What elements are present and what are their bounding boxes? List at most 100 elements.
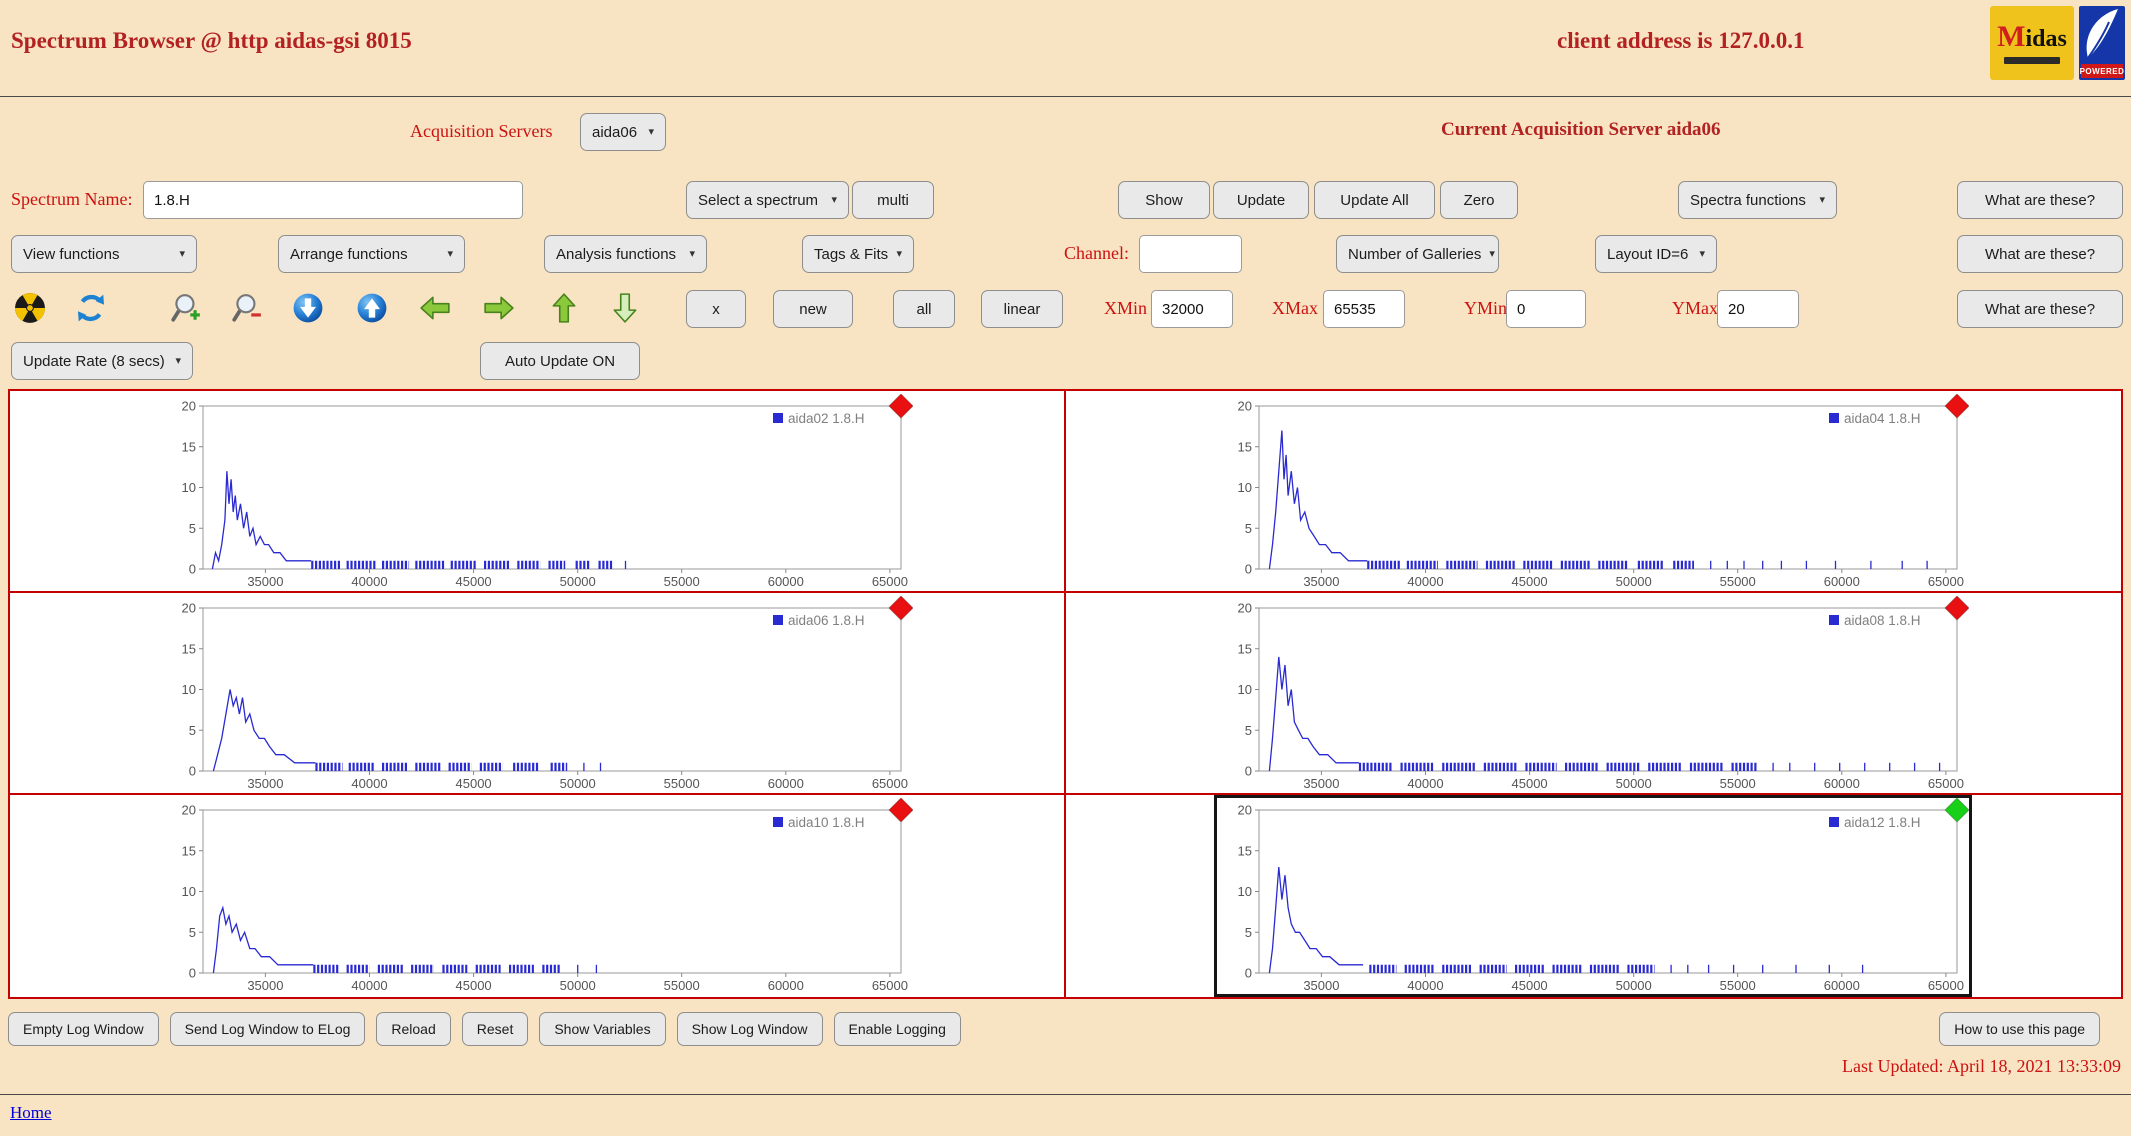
svg-text:65000: 65000 — [1928, 776, 1964, 791]
legend-swatch — [773, 413, 783, 423]
chevron-down-icon: ▾ — [648, 127, 654, 138]
svg-text:aida12 1.8.H: aida12 1.8.H — [1844, 815, 1921, 830]
svg-text:40000: 40000 — [351, 776, 387, 791]
spectrum-chart-aida06[interactable]: 0510152035000400004500050000550006000065… — [161, 596, 913, 792]
chevron-down-icon: ▾ — [1489, 249, 1495, 260]
footer-toolbar: Empty Log Window Send Log Window to ELog… — [8, 1012, 2122, 1046]
svg-text:40000: 40000 — [1408, 978, 1444, 993]
x-button[interactable]: x — [686, 290, 746, 328]
spectrum-chart-aida02[interactable]: 0510152035000400004500050000550006000065… — [161, 394, 913, 590]
svg-text:5: 5 — [189, 925, 196, 940]
spectrum-chart-aida08[interactable]: 0510152035000400004500050000550006000065… — [1217, 596, 1969, 792]
svg-text:45000: 45000 — [1512, 776, 1548, 791]
svg-text:55000: 55000 — [663, 776, 699, 791]
svg-text:10: 10 — [181, 682, 195, 697]
acquisition-server-value: aida06 — [592, 124, 637, 141]
send-log-to-elog-button[interactable]: Send Log Window to ELog — [170, 1012, 366, 1046]
svg-text:50000: 50000 — [559, 978, 595, 993]
tags-fits-dropdown[interactable]: Tags & Fits ▾ — [802, 235, 914, 273]
update-button[interactable]: Update — [1213, 181, 1309, 219]
svg-text:40000: 40000 — [351, 574, 387, 589]
arrow-left-icon[interactable] — [419, 292, 451, 324]
refresh-icon[interactable] — [75, 292, 107, 324]
gallery-cell: 0510152035000400004500050000550006000065… — [1066, 391, 2122, 593]
chevron-down-icon: ▾ — [179, 249, 185, 260]
new-button[interactable]: new — [773, 290, 853, 328]
svg-text:35000: 35000 — [1304, 776, 1340, 791]
home-link[interactable]: Home — [10, 1103, 52, 1123]
ymin-input[interactable] — [1506, 290, 1586, 328]
spectrum-chart-aida04[interactable]: 0510152035000400004500050000550006000065… — [1217, 394, 1969, 590]
zoom-out-icon[interactable] — [231, 292, 263, 324]
what-are-these-button-3[interactable]: What are these? — [1957, 290, 2123, 328]
zoom-in-icon[interactable] — [170, 292, 202, 324]
analysis-functions-dropdown[interactable]: Analysis functions ▾ — [544, 235, 707, 273]
linear-button[interactable]: linear — [981, 290, 1063, 328]
arrange-functions-dropdown[interactable]: Arrange functions ▾ — [278, 235, 465, 273]
all-button[interactable]: all — [893, 290, 955, 328]
svg-text:aida06 1.8.H: aida06 1.8.H — [788, 613, 865, 628]
svg-text:0: 0 — [189, 966, 196, 981]
arrow-right-icon[interactable] — [483, 292, 515, 324]
multi-button[interactable]: multi — [852, 181, 934, 219]
svg-text:60000: 60000 — [1824, 978, 1860, 993]
svg-text:aida10 1.8.H: aida10 1.8.H — [788, 815, 865, 830]
scale-up-icon[interactable] — [356, 292, 388, 324]
select-spectrum-dropdown[interactable]: Select a spectrum ▾ — [686, 181, 849, 219]
auto-update-button[interactable]: Auto Update ON — [480, 342, 640, 380]
logos: Midas POWERED — [1990, 6, 2125, 80]
spectrum-name-input[interactable] — [143, 181, 523, 219]
bottom-divider — [0, 1094, 2131, 1095]
svg-text:35000: 35000 — [247, 574, 283, 589]
enable-logging-button[interactable]: Enable Logging — [834, 1012, 961, 1046]
svg-text:20: 20 — [181, 803, 195, 818]
zero-button[interactable]: Zero — [1440, 181, 1518, 219]
channel-input[interactable] — [1139, 235, 1242, 273]
svg-text:65000: 65000 — [872, 574, 908, 589]
arrow-up-icon[interactable] — [548, 292, 580, 324]
chevron-down-icon: ▾ — [175, 356, 181, 367]
legend-swatch — [1829, 615, 1839, 625]
spectrum-chart-aida10[interactable]: 0510152035000400004500050000550006000065… — [161, 798, 913, 994]
spectrum-name-label: Spectrum Name: — [11, 189, 132, 210]
empty-log-window-button[interactable]: Empty Log Window — [8, 1012, 159, 1046]
svg-text:20: 20 — [181, 399, 195, 414]
svg-text:50000: 50000 — [559, 776, 595, 791]
scale-down-icon[interactable] — [292, 292, 324, 324]
spectrum-chart-aida12[interactable]: 0510152035000400004500050000550006000065… — [1217, 798, 1969, 994]
show-variables-button[interactable]: Show Variables — [539, 1012, 665, 1046]
update-rate-dropdown[interactable]: Update Rate (8 secs) ▾ — [11, 342, 193, 380]
number-of-galleries-dropdown[interactable]: Number of Galleries ▾ — [1336, 235, 1499, 273]
show-button[interactable]: Show — [1118, 181, 1210, 219]
ymax-input[interactable] — [1717, 290, 1799, 328]
svg-text:20: 20 — [1238, 803, 1252, 818]
radiation-icon[interactable] — [14, 292, 46, 324]
acquisition-server-select[interactable]: aida06 ▾ — [580, 113, 666, 151]
update-all-button[interactable]: Update All — [1314, 181, 1435, 219]
layout-id-dropdown[interactable]: Layout ID=6 ▾ — [1595, 235, 1717, 273]
reset-button[interactable]: Reset — [462, 1012, 529, 1046]
spectra-functions-dropdown[interactable]: Spectra functions ▾ — [1678, 181, 1837, 219]
how-to-use-button[interactable]: How to use this page — [1939, 1012, 2100, 1046]
svg-text:50000: 50000 — [1616, 776, 1652, 791]
svg-text:65000: 65000 — [872, 978, 908, 993]
view-functions-dropdown[interactable]: View functions ▾ — [11, 235, 197, 273]
gallery-cell: 0510152035000400004500050000550006000065… — [10, 391, 1066, 593]
svg-text:60000: 60000 — [1824, 776, 1860, 791]
legend-swatch — [773, 817, 783, 827]
svg-text:5: 5 — [189, 521, 196, 536]
xmin-input[interactable] — [1151, 290, 1233, 328]
svg-text:50000: 50000 — [1616, 978, 1652, 993]
show-log-window-button[interactable]: Show Log Window — [677, 1012, 823, 1046]
xmin-label: XMin — [1104, 298, 1147, 319]
arrow-down-icon[interactable] — [609, 292, 641, 324]
svg-text:60000: 60000 — [767, 776, 803, 791]
what-are-these-button-2[interactable]: What are these? — [1957, 235, 2123, 273]
svg-text:aida08 1.8.H: aida08 1.8.H — [1844, 613, 1921, 628]
xmax-input[interactable] — [1323, 290, 1405, 328]
what-are-these-button-1[interactable]: What are these? — [1957, 181, 2123, 219]
reload-button[interactable]: Reload — [376, 1012, 450, 1046]
svg-text:45000: 45000 — [455, 978, 491, 993]
top-divider — [0, 96, 2131, 97]
legend-swatch — [1829, 413, 1839, 423]
